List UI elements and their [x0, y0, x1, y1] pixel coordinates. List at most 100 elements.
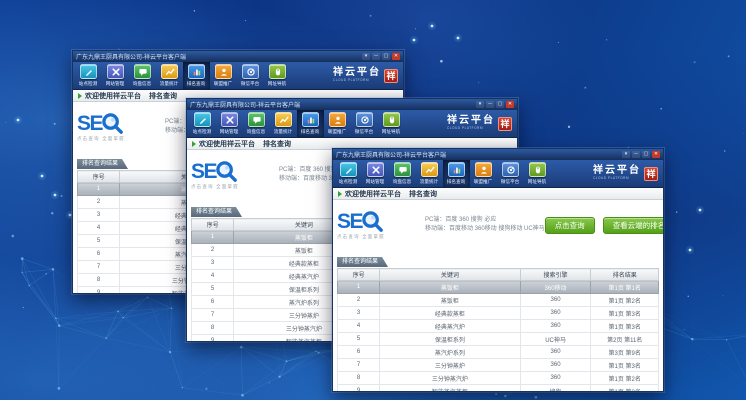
- toolbar-item-8[interactable]: 网址导航: [524, 160, 551, 187]
- window-titlebar[interactable]: 广东九鼎王厨具有限公司-祥云平台客户端 ▾ ─ ▢ ✕: [73, 51, 403, 62]
- toolbar-item-3[interactable]: 询盘信息: [129, 62, 156, 89]
- toolbar-item-4[interactable]: 流量统计: [156, 62, 183, 89]
- table-row[interactable]: 4经典蒸汽炉360第1页 第3名: [338, 320, 659, 333]
- toolbar-item-label: 排名查询: [301, 128, 319, 134]
- seo-tagline: 点击查询 全面掌握: [191, 183, 270, 189]
- close-button[interactable]: ✕: [652, 151, 660, 158]
- table-cell: 第1页 第1名: [591, 281, 659, 294]
- minimize-button[interactable]: ─: [372, 53, 380, 60]
- toolbar-item-2[interactable]: 网站管理: [102, 62, 129, 89]
- query-button[interactable]: 点击查询: [545, 217, 595, 234]
- toolbar-item-4[interactable]: 流量统计: [416, 160, 443, 187]
- result-tab[interactable]: 排名查询结果: [337, 257, 388, 267]
- skin-button[interactable]: ▾: [622, 151, 630, 158]
- column-header: 排名结果: [591, 269, 659, 281]
- table-row[interactable]: 9智能蒸汽蒸柜搜狗第1页 第3名: [338, 385, 659, 393]
- table-cell: 6: [338, 346, 380, 359]
- table-cell: 360: [520, 320, 591, 333]
- line-chart-icon: [421, 162, 438, 177]
- brand-name: 祥云平台: [333, 68, 381, 78]
- leaf-icon: [338, 191, 342, 197]
- skin-button[interactable]: ▾: [362, 53, 370, 60]
- view-cloud-rank-button[interactable]: 查看云端的排名: [603, 217, 663, 234]
- leaf-icon: [78, 93, 82, 99]
- toolbar-item-2[interactable]: 网站管理: [362, 160, 389, 187]
- brand-logo: 祥云平台 CLOUD PLATFORM 祥: [447, 110, 515, 137]
- toolbar-item-8[interactable]: 网址导航: [264, 62, 291, 89]
- bar-chart-icon: [188, 64, 205, 79]
- toolbar-item-label: 网站管理: [220, 128, 238, 134]
- brand-seal-icon: 祥: [384, 69, 398, 83]
- window-titlebar[interactable]: 广东九鼎王厨具有限公司-祥云平台客户端 ▾ ─ ▢ ✕: [187, 99, 517, 110]
- toolbar-item-1[interactable]: 站点检测: [189, 110, 216, 137]
- table-cell: 1: [338, 281, 380, 294]
- toolbar-item-4[interactable]: 流量统计: [270, 110, 297, 137]
- action-buttons: 点击查询 查看云端的排名: [545, 217, 663, 234]
- toolbar-item-6[interactable]: 联盟推广: [470, 160, 497, 187]
- toolbar-item-5[interactable]: 排名查询: [183, 62, 210, 89]
- minimize-button[interactable]: ─: [486, 101, 494, 108]
- table-cell: 保温柜系列: [380, 333, 520, 346]
- minimize-button[interactable]: ─: [632, 151, 640, 158]
- pencil-icon: [80, 64, 97, 79]
- table-row[interactable]: 8三分钟蒸汽炉360第1页 第2名: [338, 372, 659, 385]
- app-window-front: 广东九鼎王厨具有限公司-祥云平台客户端 ▾ ─ ▢ ✕ 站点检测网站管理询盘信息…: [332, 148, 664, 392]
- toolbar-item-6[interactable]: 联盟推广: [210, 62, 237, 89]
- table-cell: 智能蒸汽蒸柜: [380, 385, 520, 393]
- table-row[interactable]: 7三分钟蒸炉360第1页 第3名: [338, 359, 659, 372]
- toolbar-item-7[interactable]: 微信平台: [351, 110, 378, 137]
- toolbar-item-label: 流量统计: [274, 128, 292, 134]
- toolbar-item-5[interactable]: 排名查询: [443, 160, 470, 187]
- result-tab[interactable]: 排名查询结果: [77, 159, 128, 169]
- toolbar-item-6[interactable]: 联盟推广: [324, 110, 351, 137]
- table-cell: UC神马: [520, 333, 591, 346]
- table-cell: 三分钟蒸汽炉: [380, 372, 520, 385]
- toolbar-item-8[interactable]: 网址导航: [378, 110, 405, 137]
- toolbar-item-label: 站点检测: [193, 128, 211, 134]
- table-row[interactable]: 1蒸饭柜360移动第1页 第1名: [338, 281, 659, 294]
- window-titlebar[interactable]: 广东九鼎王厨具有限公司-祥云平台客户端 ▾ ─ ▢ ✕: [333, 149, 663, 160]
- table-cell: 8: [192, 322, 234, 335]
- table-cell: 2: [78, 196, 120, 209]
- toolbar-item-7[interactable]: 微信平台: [237, 62, 264, 89]
- toolbar-item-label: 流量统计: [160, 80, 178, 86]
- toolbar-item-3[interactable]: 询盘信息: [243, 110, 270, 137]
- toolbar-items: 站点检测 网站管理询盘信息流量统计 排名查询联盟推广微信平台网址导航: [189, 110, 405, 137]
- maximize-button[interactable]: ▢: [382, 53, 390, 60]
- content-area: SE 点击查询 全面掌握 PC端：百度 360 搜狗 必应 移动端：百度移动 3…: [333, 200, 663, 392]
- table-row[interactable]: 3经典款蒸柜360第1页 第3名: [338, 307, 659, 320]
- toolbar-items: 站点检测网站管理询盘信息流量统计排名查询联盟推广 微信平台网址导航: [335, 160, 551, 187]
- brand-logo: 祥云平台 CLOUD PLATFORM 祥: [333, 62, 401, 89]
- seo-logo: SE 点击查询 全面掌握: [337, 210, 425, 240]
- toolbar-item-7[interactable]: 微信平台: [497, 160, 524, 187]
- toolbar-item-label: 联盟推广: [474, 178, 492, 184]
- toolbar-item-label: 微信平台: [501, 178, 519, 184]
- table-row[interactable]: 6蒸汽炉系列360第3页 第9名: [338, 346, 659, 359]
- table-row[interactable]: 5保温柜系列UC神马第2页 第11名: [338, 333, 659, 346]
- window-title: 广东九鼎王厨具有限公司-祥云平台客户端: [190, 100, 476, 109]
- table-row[interactable]: 2蒸饭柜360第1页 第2名: [338, 294, 659, 307]
- skin-button[interactable]: ▾: [476, 101, 484, 108]
- user-icon: [329, 112, 346, 127]
- close-button[interactable]: ✕: [392, 53, 400, 60]
- mouse-icon: [269, 64, 286, 79]
- seo-logo-text: SE: [337, 211, 362, 233]
- close-button[interactable]: ✕: [506, 101, 514, 108]
- result-tab[interactable]: 排名查询结果: [191, 207, 242, 217]
- welcome-banner: 欢迎使用祥云平台 排名查询: [333, 188, 663, 200]
- table-cell: 7: [78, 261, 120, 274]
- table-cell: 360: [520, 359, 591, 372]
- toolbar-item-5[interactable]: 排名查询: [297, 110, 324, 137]
- toolbar-item-1[interactable]: 站点检测: [335, 160, 362, 187]
- line-chart-icon: [161, 64, 178, 79]
- toolbar-item-3[interactable]: 询盘信息: [389, 160, 416, 187]
- tools-icon: [367, 162, 384, 177]
- brand-subtitle: CLOUD PLATFORM: [447, 126, 485, 130]
- maximize-button[interactable]: ▢: [496, 101, 504, 108]
- table-cell: 9: [78, 287, 120, 295]
- maximize-button[interactable]: ▢: [642, 151, 650, 158]
- table-cell: 3: [78, 209, 120, 222]
- toolbar-item-1[interactable]: 站点检测: [75, 62, 102, 89]
- table-cell: 第2页 第11名: [591, 333, 659, 346]
- toolbar-item-2[interactable]: 网站管理: [216, 110, 243, 137]
